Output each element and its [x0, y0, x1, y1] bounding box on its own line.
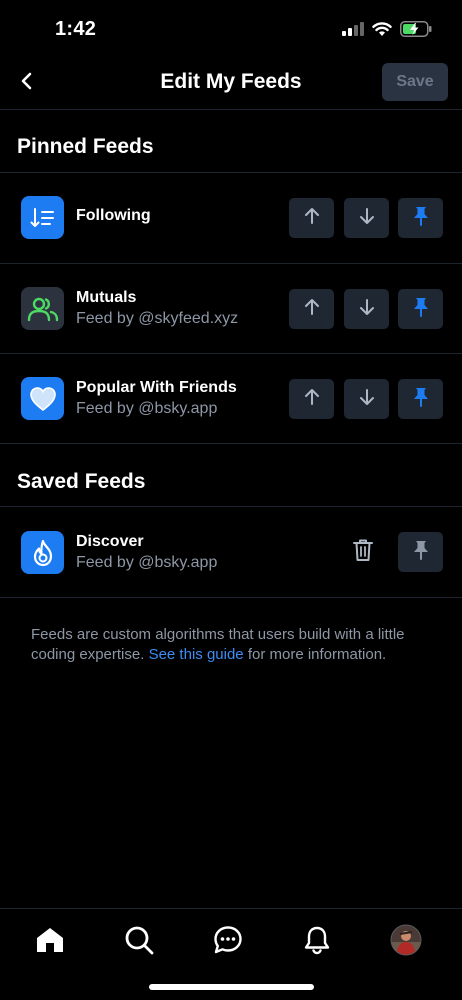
nav-chat[interactable]	[211, 925, 245, 959]
feed-row-discover[interactable]: Discover Feed by @bsky.app	[0, 507, 462, 597]
pin-button[interactable]	[398, 532, 443, 572]
unpin-button[interactable]	[398, 289, 443, 329]
header: Edit My Feeds Save	[0, 56, 462, 110]
remove-feed-button[interactable]	[348, 537, 378, 567]
heart-icon	[21, 377, 64, 420]
trash-icon	[352, 538, 374, 567]
feed-name: Following	[76, 207, 151, 224]
move-up-button[interactable]	[289, 289, 334, 329]
status-bar: 1:42	[0, 0, 462, 56]
divider	[0, 443, 462, 444]
move-up-button[interactable]	[289, 379, 334, 419]
feed-name: Discover	[76, 533, 144, 550]
arrow-up-icon	[304, 298, 320, 321]
pin-icon	[413, 297, 429, 322]
feed-row-mutuals[interactable]: Mutuals Feed by @skyfeed.xyz	[0, 264, 462, 354]
battery-charging-icon	[400, 21, 432, 42]
arrow-down-icon	[359, 298, 375, 321]
info-text-after: for more information.	[243, 645, 387, 663]
arrow-down-icon	[359, 207, 375, 230]
unpin-button[interactable]	[398, 198, 443, 238]
feed-row-following[interactable]: Following	[0, 173, 462, 263]
nav-search[interactable]	[122, 925, 156, 959]
mutuals-people-icon	[21, 287, 64, 330]
nav-notifications[interactable]	[300, 925, 334, 959]
chat-icon	[213, 925, 243, 960]
arrow-up-icon	[304, 207, 320, 230]
home-indicator	[149, 984, 314, 990]
nav-home[interactable]	[33, 925, 67, 959]
feeds-info-text: Feeds are custom algorithms that users b…	[31, 625, 431, 664]
arrow-down-icon	[359, 388, 375, 411]
move-down-button[interactable]	[344, 289, 389, 329]
save-button[interactable]: Save	[382, 63, 448, 101]
pin-icon	[413, 387, 429, 412]
feed-row-popular-with-friends[interactable]: Popular With Friends Feed by @bsky.app	[0, 354, 462, 444]
feed-name: Mutuals	[76, 289, 137, 306]
pin-icon	[413, 206, 429, 231]
feed-author: Feed by @bsky.app	[76, 554, 218, 571]
guide-link[interactable]: See this guide	[149, 646, 244, 663]
pin-icon	[413, 540, 429, 565]
nav-profile[interactable]	[389, 924, 423, 961]
bell-icon	[303, 925, 331, 960]
home-icon	[35, 926, 65, 959]
arrow-up-icon	[304, 388, 320, 411]
wifi-icon	[372, 21, 392, 42]
status-icons	[342, 21, 432, 42]
pinned-feeds-title: Pinned Feeds	[17, 135, 154, 158]
following-list-icon	[21, 196, 64, 239]
flame-icon	[21, 531, 64, 574]
signal-icon	[342, 22, 364, 41]
feed-author: Feed by @skyfeed.xyz	[76, 310, 239, 327]
search-icon	[124, 925, 154, 960]
move-up-button[interactable]	[289, 198, 334, 238]
divider	[0, 597, 462, 598]
move-down-button[interactable]	[344, 198, 389, 238]
move-down-button[interactable]	[344, 379, 389, 419]
saved-feeds-title: Saved Feeds	[17, 470, 146, 493]
profile-avatar	[390, 924, 422, 961]
feed-name: Popular With Friends	[76, 379, 237, 396]
unpin-button[interactable]	[398, 379, 443, 419]
status-time: 1:42	[55, 18, 97, 40]
feed-author: Feed by @bsky.app	[76, 400, 218, 417]
